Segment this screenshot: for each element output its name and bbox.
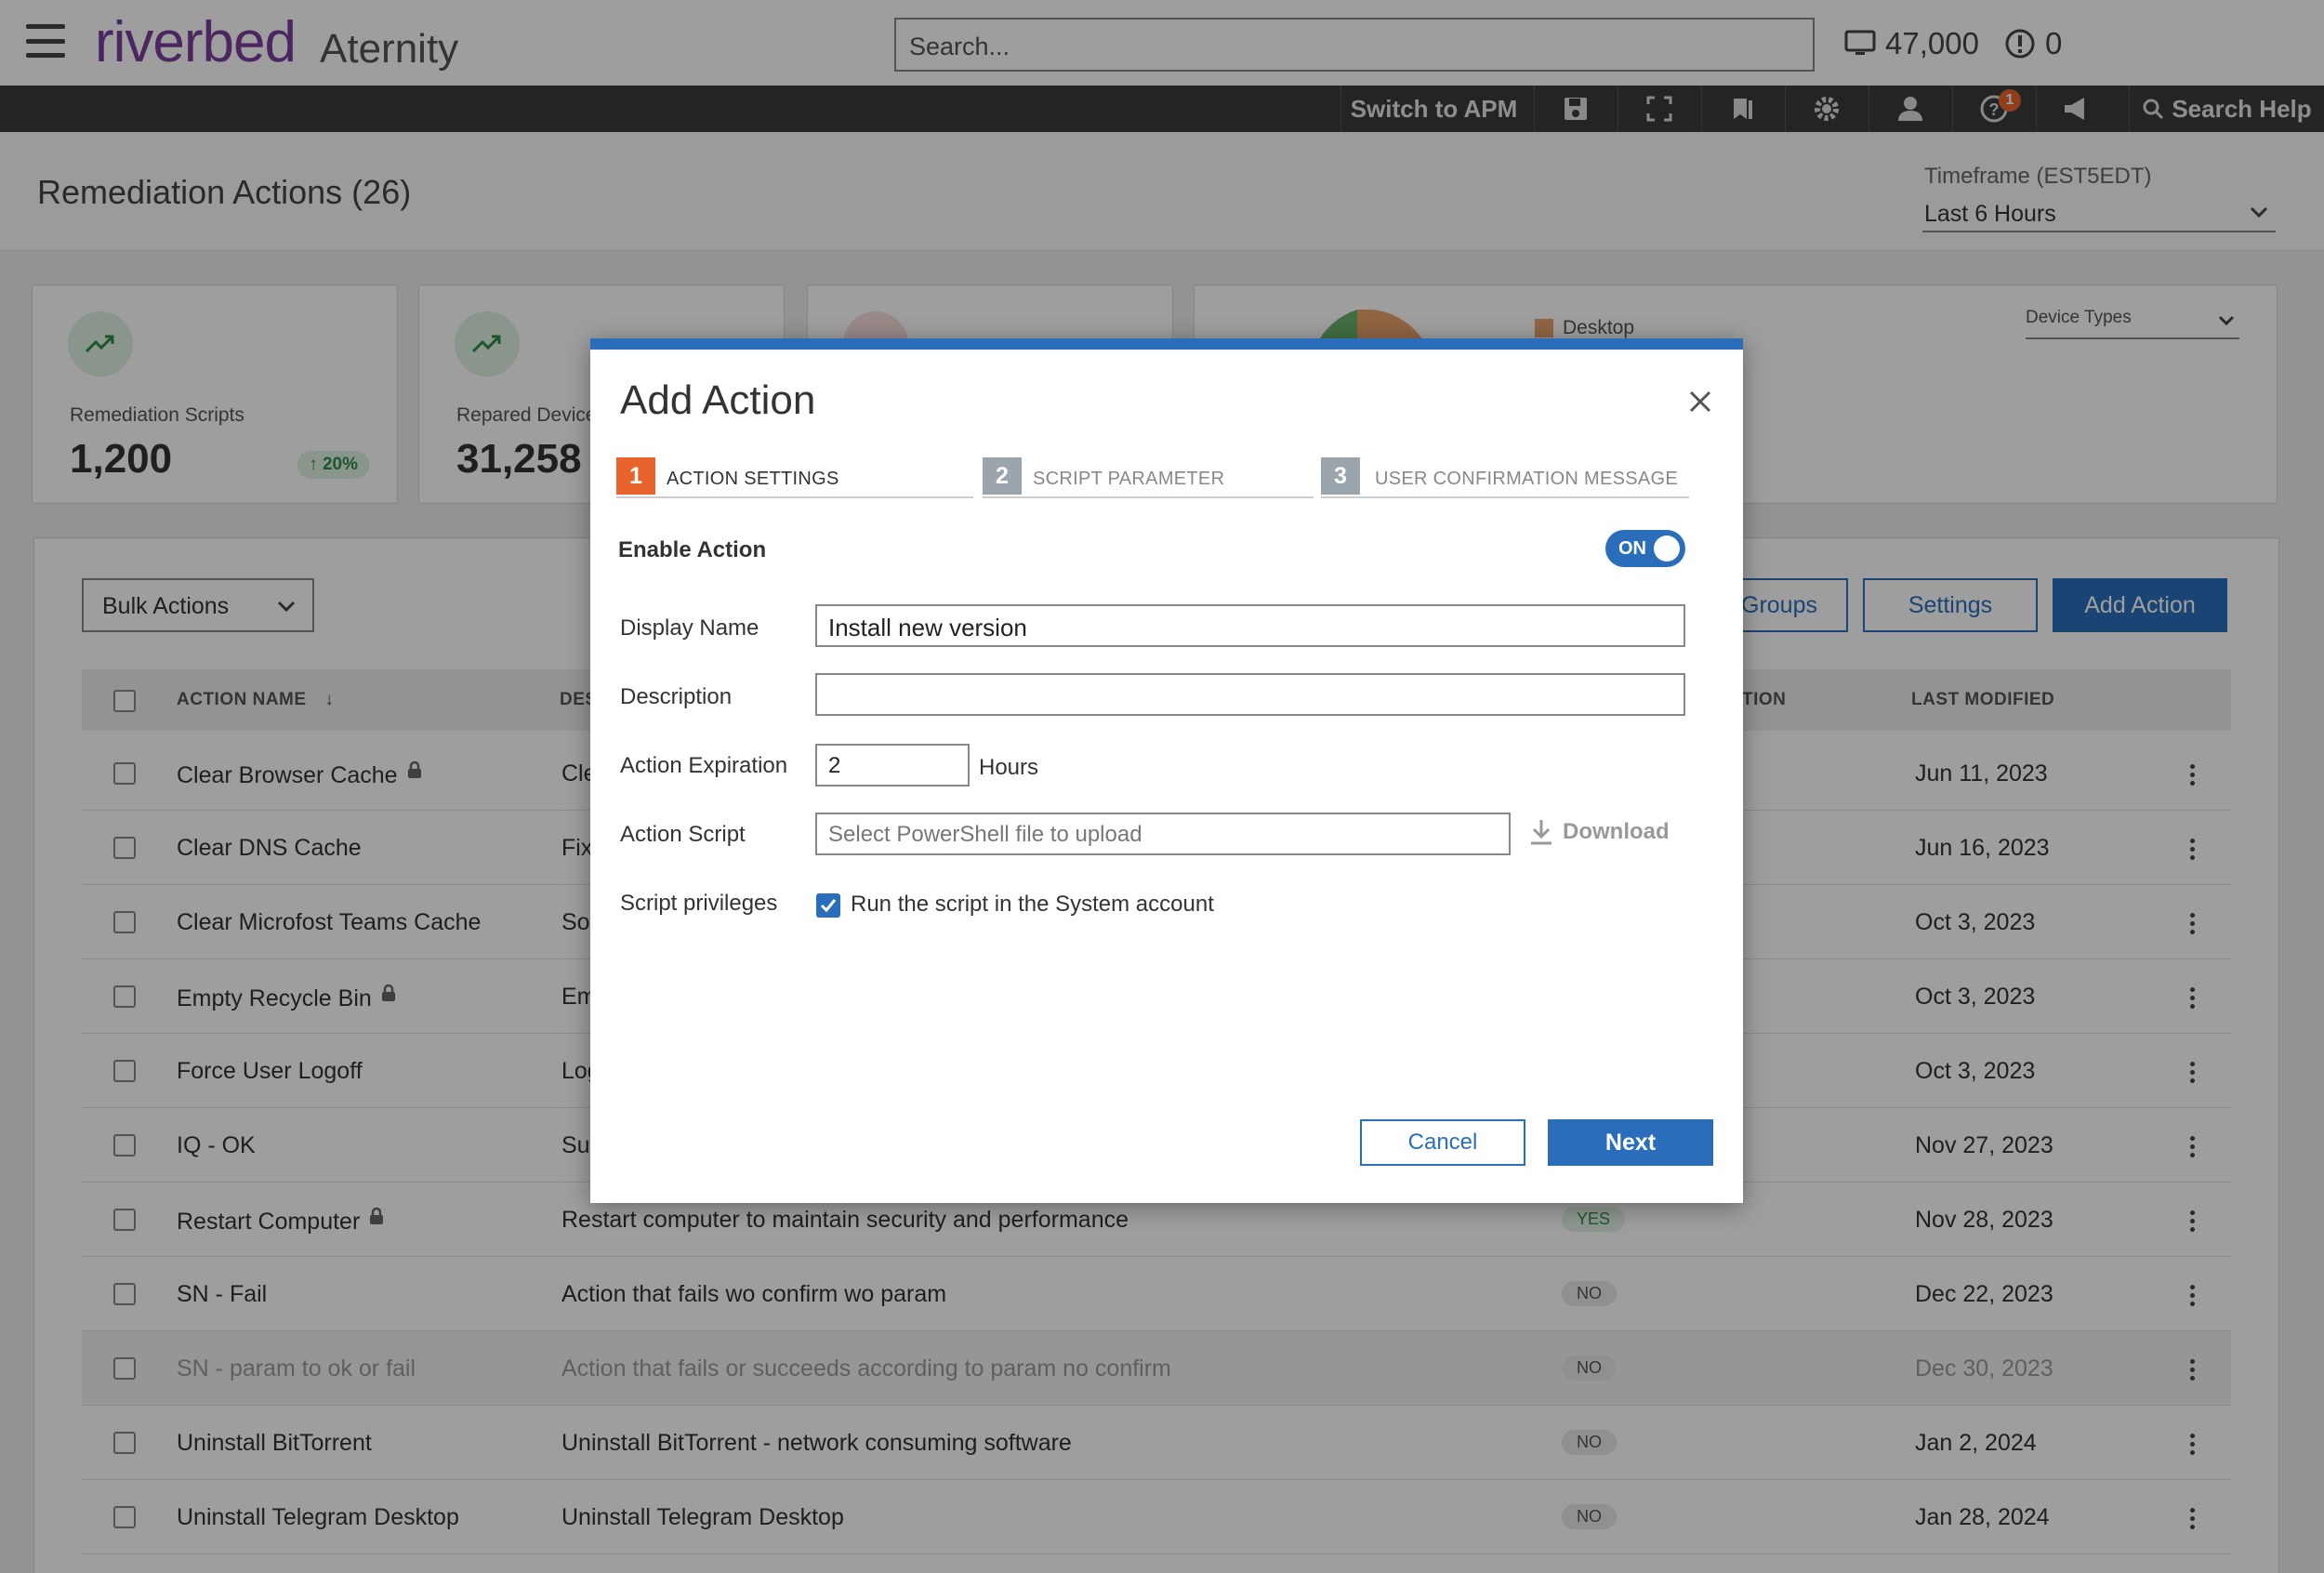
privileges-label: Script privileges [620, 891, 778, 916]
description-label: Description [620, 684, 733, 709]
display-name-field[interactable]: Install new version [815, 604, 1685, 647]
system-account-checkbox[interactable] [816, 893, 840, 918]
step-number: 1 [616, 457, 655, 495]
next-button[interactable]: Next [1548, 1119, 1713, 1166]
download-label: Download [1563, 819, 1670, 844]
description-field[interactable] [815, 673, 1685, 716]
toggle-state: ON [1618, 538, 1646, 559]
close-icon[interactable] [1684, 385, 1717, 418]
step-action-settings[interactable]: 1 ACTION SETTINGS [616, 457, 973, 498]
step-number: 3 [1321, 457, 1360, 495]
dialog-title: Add Action [620, 377, 816, 423]
check-icon [820, 899, 837, 913]
toggle-knob [1654, 535, 1680, 562]
cancel-button[interactable]: Cancel [1360, 1119, 1525, 1166]
step-number: 2 [983, 457, 1022, 495]
enable-action-label: Enable Action [618, 537, 767, 562]
step-label: ACTION SETTINGS [667, 469, 839, 489]
download-button[interactable]: Download [1529, 818, 1670, 846]
expiration-field[interactable]: 2 [815, 744, 970, 786]
step-label: SCRIPT PARAMETER [1033, 469, 1225, 489]
script-upload-field[interactable]: Select PowerShell file to upload [815, 813, 1511, 855]
expiration-label: Action Expiration [620, 753, 788, 778]
step-label: USER CONFIRMATION MESSAGE [1375, 469, 1679, 489]
display-name-label: Display Name [620, 615, 759, 641]
enable-action-toggle[interactable]: ON [1605, 530, 1685, 567]
action-script-label: Action Script [620, 822, 746, 847]
download-icon [1531, 820, 1552, 845]
expiration-unit: Hours [979, 755, 1039, 780]
system-account-label[interactable]: Run the script in the System account [851, 892, 1214, 918]
add-action-dialog: Add Action 1 ACTION SETTINGS 2 SCRIPT PA… [590, 338, 1743, 1203]
step-user-confirmation[interactable]: 3 USER CONFIRMATION MESSAGE [1321, 457, 1689, 498]
dialog-accent-bar [590, 338, 1743, 350]
step-script-parameter[interactable]: 2 SCRIPT PARAMETER [983, 457, 1314, 498]
